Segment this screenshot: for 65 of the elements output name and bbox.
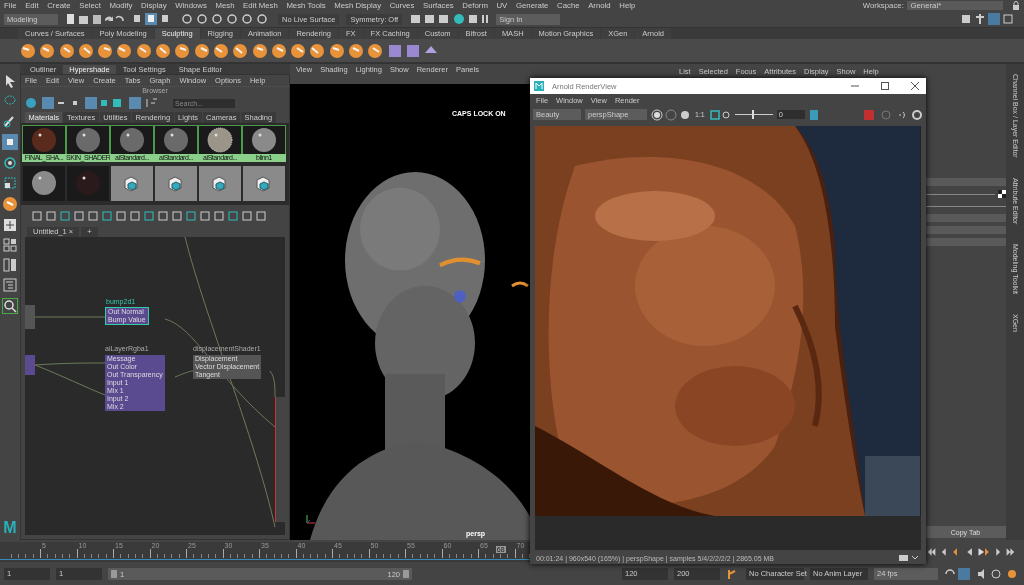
material-swatch[interactable]: [242, 164, 286, 202]
partial-node: [25, 355, 35, 375]
sculpt-brush-icon[interactable]: [212, 42, 229, 59]
sculpt-brush-icon[interactable]: [20, 42, 36, 59]
move-tool-icon[interactable]: [2, 134, 18, 150]
sculpt-brush-icon[interactable]: [58, 42, 75, 59]
playback-controls-icon[interactable]: [926, 546, 1016, 557]
sculpt-brush-icon[interactable]: [309, 42, 326, 59]
layout-icon[interactable]: [3, 218, 17, 232]
material-sphere-icon: [163, 126, 189, 153]
material-sphere-icon: [31, 170, 57, 196]
sculpt-brush-icon[interactable]: [270, 42, 287, 59]
material-swatch[interactable]: [154, 164, 198, 202]
lasso-tool-icon[interactable]: [3, 94, 17, 108]
sculpt-brush-icon[interactable]: [155, 42, 172, 59]
partial-node: [25, 305, 35, 329]
maximize-icon[interactable]: [880, 81, 890, 91]
paint-tool-icon[interactable]: [3, 114, 17, 128]
layout-icon[interactable]: [3, 258, 17, 272]
axis-gizmo-icon: [305, 513, 317, 525]
sculpt-brush-icon[interactable]: [97, 42, 114, 59]
sculpt-brush-icon[interactable]: [116, 42, 133, 59]
frame-icon[interactable]: [708, 108, 731, 121]
shelf-tool-icon[interactable]: [386, 42, 437, 59]
layout-icon[interactable]: [3, 238, 17, 252]
sculpt-brush-icon[interactable]: [174, 42, 191, 59]
material-swatch[interactable]: [22, 164, 66, 202]
sculpt-brush-icon[interactable]: [39, 42, 56, 59]
sculpt-brush-icon[interactable]: [135, 42, 152, 59]
scale-tool-icon[interactable]: [3, 176, 17, 190]
range-handle[interactable]: [403, 570, 409, 578]
material-swatch[interactable]: [110, 164, 154, 202]
sculpt-brush-icon[interactable]: [367, 42, 384, 59]
outliner-icon[interactable]: [3, 278, 17, 292]
sculpt-brush-icon[interactable]: [348, 42, 365, 59]
rotate-tool-icon[interactable]: [3, 156, 17, 170]
close-icon[interactable]: [910, 81, 920, 91]
sculpt-brush-icon[interactable]: [77, 42, 94, 59]
app-logo: M: [3, 520, 17, 538]
material-swatch[interactable]: [66, 164, 110, 202]
material-sphere-icon: [75, 170, 101, 196]
material-sphere-icon: [75, 126, 101, 153]
material-sphere-icon: [207, 126, 233, 153]
sculpt-brush-icon[interactable]: [2, 196, 18, 212]
material-sphere-icon: [31, 126, 57, 153]
render-controls-icon[interactable]: [863, 108, 923, 121]
sculpt-brush-icon[interactable]: [193, 42, 210, 59]
material-sphere-icon: [119, 126, 145, 153]
render-mode-icon[interactable]: [651, 108, 691, 121]
sculpt-brush-icon[interactable]: [290, 42, 307, 59]
checker-icon: [998, 190, 1006, 198]
search-icon[interactable]: [2, 298, 18, 314]
select-tool-icon[interactable]: [3, 74, 17, 88]
app-icon: [534, 81, 544, 91]
range-handle[interactable]: [111, 570, 117, 578]
sculpt-brush-icon[interactable]: [251, 42, 268, 59]
material-swatch[interactable]: [198, 164, 242, 202]
sculpt-brush-icon[interactable]: [328, 42, 345, 59]
file-tools-icon[interactable]: [65, 13, 125, 25]
material-sphere-icon: [251, 126, 277, 153]
sculpt-brush-icon[interactable]: [232, 42, 249, 59]
render-tools-icon[interactable]: [409, 13, 490, 25]
snapshot-icon[interactable]: [808, 108, 821, 121]
exposure-slider-thumb[interactable]: [751, 110, 754, 119]
lock-icon[interactable]: [1012, 1, 1020, 10]
